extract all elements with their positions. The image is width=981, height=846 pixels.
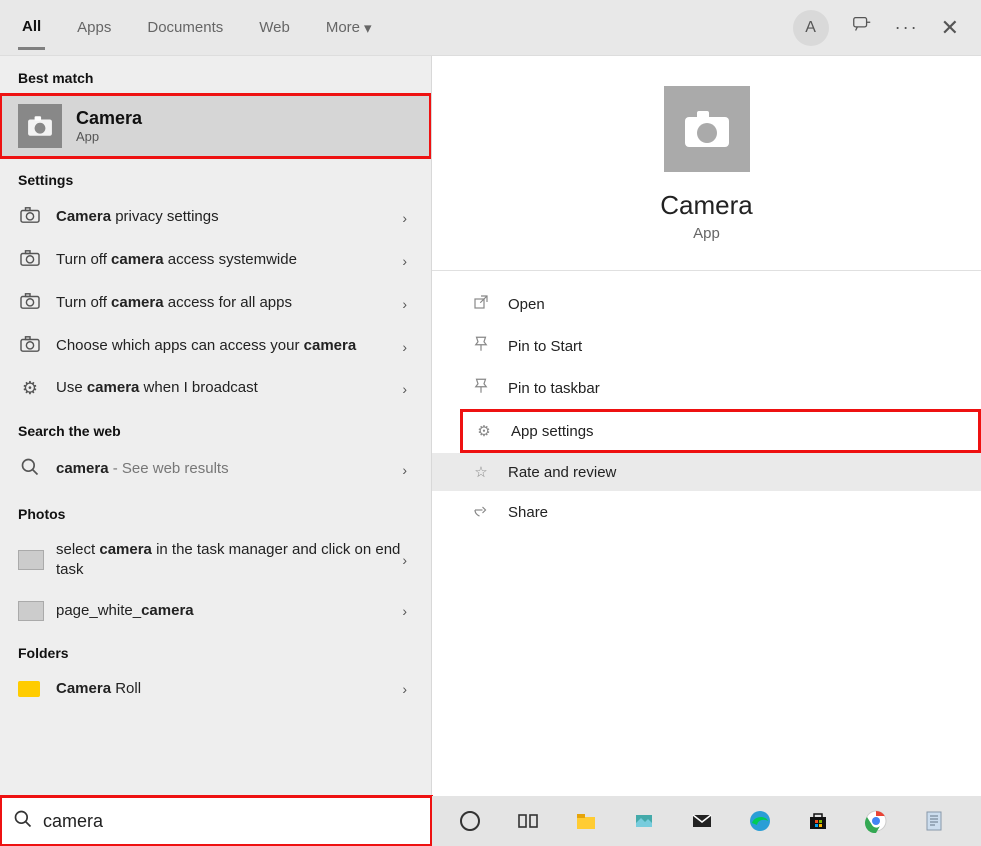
folder-result-1[interactable]: Camera Roll › <box>0 669 431 709</box>
gear-icon: ⚙ <box>473 422 495 440</box>
setting-turn-off-systemwide[interactable]: Turn off camera access systemwide › <box>0 239 431 282</box>
top-bar: All Apps Documents Web More▾ A ··· ✕ <box>0 0 981 56</box>
chevron-right-icon: › <box>402 339 407 355</box>
section-web: Search the web <box>0 409 431 447</box>
tab-documents[interactable]: Documents <box>143 7 227 48</box>
tab-more[interactable]: More▾ <box>322 7 376 49</box>
section-photos: Photos <box>0 492 431 530</box>
search-icon <box>13 809 33 834</box>
web-result[interactable]: camera - See web results › <box>0 447 431 492</box>
tab-all[interactable]: All <box>18 6 45 50</box>
chevron-right-icon: › <box>402 552 407 568</box>
store-icon[interactable] <box>802 805 834 837</box>
pin-icon <box>470 377 492 399</box>
setting-camera-privacy[interactable]: Camera privacy settings › <box>0 196 431 239</box>
best-match-title: Camera <box>76 108 142 129</box>
feedback-icon[interactable] <box>851 14 873 41</box>
more-icon[interactable]: ··· <box>895 17 919 38</box>
bottom-bar <box>0 796 981 846</box>
close-icon[interactable]: ✕ <box>941 15 959 41</box>
results-panel: Best match Camera App Settings Camera pr… <box>0 56 432 796</box>
section-folders: Folders <box>0 631 431 669</box>
camera-icon <box>18 249 42 272</box>
action-rate-review[interactable]: ☆ Rate and review <box>432 453 981 491</box>
action-open[interactable]: Open <box>432 283 981 325</box>
chevron-right-icon: › <box>402 381 407 397</box>
folder-icon <box>18 681 42 697</box>
camera-icon <box>18 206 42 229</box>
cortana-icon[interactable] <box>454 805 486 837</box>
tab-apps[interactable]: Apps <box>73 7 115 48</box>
notepad-icon[interactable] <box>918 805 950 837</box>
action-app-settings[interactable]: ⚙ App settings <box>463 412 978 450</box>
action-pin-taskbar[interactable]: Pin to taskbar <box>432 367 981 409</box>
photo-thumb-icon <box>18 601 42 621</box>
mail-icon[interactable] <box>686 805 718 837</box>
action-share[interactable]: Share <box>432 491 981 533</box>
photo-result-2[interactable]: page_white_camera › <box>0 591 431 631</box>
separator <box>432 270 981 271</box>
result-best-match[interactable]: Camera App <box>0 94 431 158</box>
setting-broadcast[interactable]: ⚙ Use camera when I broadcast › <box>0 368 431 409</box>
camera-icon <box>18 292 42 315</box>
photo-result-1[interactable]: select camera in the task manager and cl… <box>0 530 431 591</box>
explorer-icon[interactable] <box>570 805 602 837</box>
taskbar <box>432 796 981 846</box>
top-actions: A ··· ✕ <box>793 0 981 55</box>
section-best-match: Best match <box>0 56 431 94</box>
gear-icon: ⚙ <box>18 378 42 399</box>
share-icon <box>470 501 492 523</box>
chrome-icon[interactable] <box>860 805 892 837</box>
camera-app-icon <box>18 104 62 148</box>
highlight-app-settings: ⚙ App settings <box>460 409 981 453</box>
section-settings: Settings <box>0 158 431 196</box>
tab-strip: All Apps Documents Web More▾ <box>0 0 793 55</box>
setting-turn-off-all-apps[interactable]: Turn off camera access for all apps › <box>0 282 431 325</box>
chevron-right-icon: › <box>402 296 407 312</box>
chevron-right-icon: › <box>402 253 407 269</box>
chevron-right-icon: › <box>402 603 407 619</box>
search-input[interactable] <box>43 811 419 832</box>
camera-icon <box>18 335 42 358</box>
edge-icon[interactable] <box>744 805 776 837</box>
chevron-down-icon: ▾ <box>364 19 372 37</box>
tab-web[interactable]: Web <box>255 7 294 48</box>
search-icon <box>18 457 42 482</box>
app-subtitle: App <box>432 225 981 242</box>
chevron-right-icon: › <box>402 681 407 697</box>
app-large-icon <box>664 86 750 172</box>
chevron-right-icon: › <box>402 462 407 478</box>
photo-thumb-icon <box>18 550 42 570</box>
best-match-subtitle: App <box>76 129 142 144</box>
details-panel: Camera App Open Pin to Start Pin to task… <box>432 56 981 796</box>
chevron-right-icon: › <box>402 210 407 226</box>
pin-icon <box>470 335 492 357</box>
paint3d-icon[interactable] <box>628 805 660 837</box>
app-title: Camera <box>432 190 981 221</box>
action-pin-start[interactable]: Pin to Start <box>432 325 981 367</box>
taskview-icon[interactable] <box>512 805 544 837</box>
open-icon <box>470 293 492 315</box>
avatar[interactable]: A <box>793 10 829 46</box>
search-box[interactable] <box>0 796 432 846</box>
setting-choose-apps[interactable]: Choose which apps can access your camera… <box>0 325 431 368</box>
star-icon: ☆ <box>470 463 492 481</box>
